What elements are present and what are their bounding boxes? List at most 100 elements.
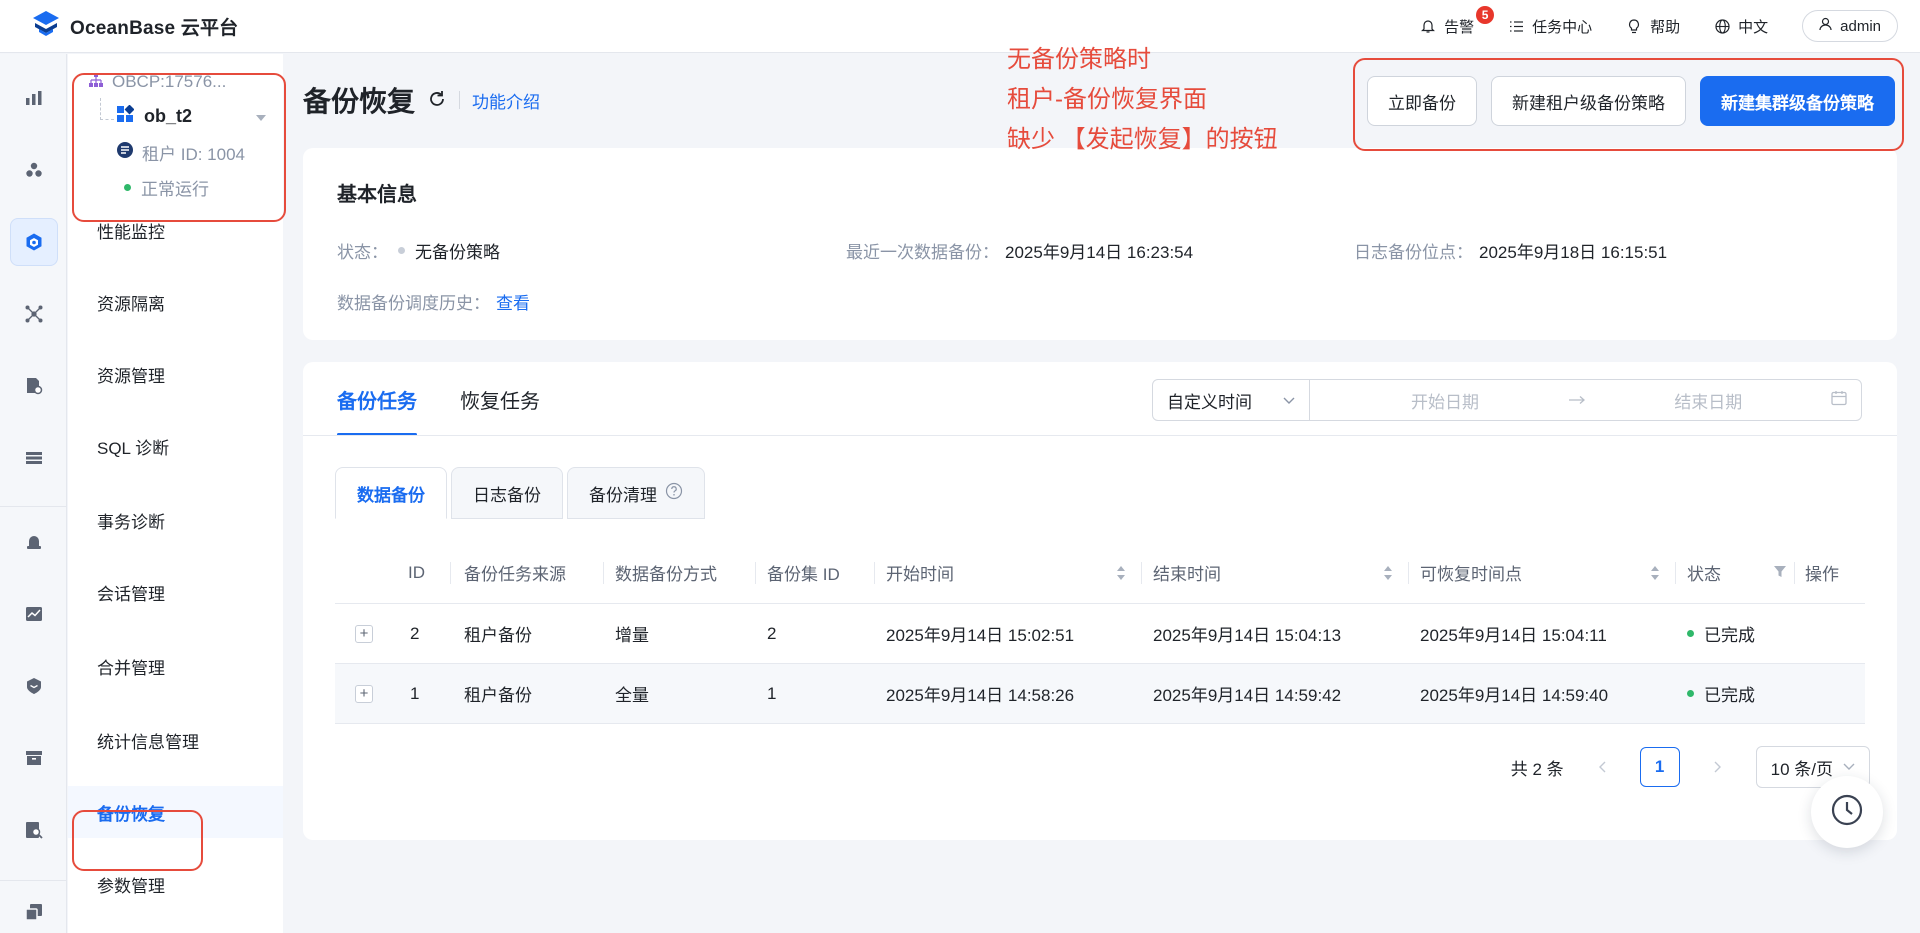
col-backup-set-id: 备份集 ID — [767, 565, 840, 584]
start-date-input[interactable]: 开始日期 — [1350, 388, 1540, 413]
calendar-icon[interactable] — [1831, 390, 1847, 411]
history-float-button[interactable] — [1811, 776, 1883, 848]
last-backup-value: 2025年9月14日 16:23:54 — [1005, 243, 1194, 262]
cell-source: 租户备份 — [464, 686, 532, 705]
cell-end-time: 2025年9月14日 14:59:42 — [1153, 686, 1342, 705]
user-menu-button[interactable]: admin — [1802, 10, 1898, 42]
task-center-menu[interactable]: 任务中心 — [1508, 16, 1592, 37]
bell-icon — [1420, 18, 1436, 34]
nav-item-resource-isolation[interactable]: 资源隔离 — [68, 276, 283, 328]
backup-history-link[interactable]: 查看 — [496, 289, 530, 314]
table-row[interactable]: + 2 租户备份 增量 2 2025年9月14日 15:02:51 2025年9… — [335, 604, 1865, 664]
time-range-select[interactable]: 自定义时间 — [1153, 380, 1310, 420]
log-point-info: 日志备份位点： 2025年9月18日 16:15:51 — [1354, 238, 1667, 263]
refresh-icon[interactable] — [427, 84, 447, 116]
table-row[interactable]: + 1 租户备份 全量 1 2025年9月14日 14:58:26 2025年9… — [335, 664, 1865, 724]
page-button-current[interactable]: 1 — [1639, 747, 1680, 787]
table-header: ID 备份任务来源 数据备份方式 备份集 ID 开始时间 结束时间 可恢复时间点… — [335, 542, 1865, 604]
rail-copy-icon[interactable] — [10, 888, 58, 933]
app-logo[interactable]: OceanBase 云平台 — [30, 8, 238, 44]
rail-security-icon[interactable] — [10, 662, 58, 710]
pagination: 共 2 条 1 10 条/页 — [1511, 746, 1870, 788]
col-start-time-label: 开始时间 — [886, 565, 954, 584]
last-backup-label: 最近一次数据备份： — [846, 243, 999, 262]
col-divider — [874, 562, 875, 584]
rail-report-icon[interactable] — [10, 362, 58, 410]
col-end-time[interactable]: 结束时间 — [1153, 542, 1393, 603]
status-dot-icon — [1687, 630, 1694, 637]
rail-search-doc-icon[interactable] — [10, 806, 58, 854]
nav-item-merge-management[interactable]: 合并管理 — [68, 640, 283, 692]
col-divider — [1794, 562, 1795, 584]
cell-end-time: 2025年9月14日 15:04:13 — [1153, 626, 1342, 645]
page-header: 备份恢复 功能介绍 — [303, 80, 540, 120]
col-start-time[interactable]: 开始时间 — [886, 542, 1126, 603]
col-source: 备份任务来源 — [464, 565, 566, 584]
plus-icon: + — [355, 624, 373, 643]
sort-icon[interactable] — [1650, 565, 1660, 581]
end-date-input[interactable]: 结束日期 — [1613, 388, 1803, 413]
rail-overview-icon[interactable] — [10, 74, 58, 122]
page-title: 备份恢复 — [303, 86, 416, 117]
list-icon — [1508, 18, 1524, 34]
alerts-menu[interactable]: 告警 5 — [1420, 5, 1495, 37]
cell-status: 已完成 — [1687, 664, 1755, 723]
expand-row-button[interactable]: + — [355, 604, 373, 663]
language-menu[interactable]: 中文 — [1714, 16, 1768, 37]
feature-intro-link[interactable]: 功能介绍 — [472, 88, 540, 113]
subtab-backup-cleanup[interactable]: 备份清理 — [567, 467, 705, 519]
time-range-value: 自定义时间 — [1167, 392, 1252, 412]
date-range-picker[interactable]: 开始日期 结束日期 — [1310, 380, 1861, 420]
alerts-count-badge: 5 — [1476, 5, 1495, 24]
prev-page-button[interactable] — [1582, 747, 1622, 787]
cell-start-time: 2025年9月14日 15:02:51 — [886, 626, 1075, 645]
subtab-data-backup-label: 数据备份 — [357, 485, 425, 505]
arrow-right-icon — [1568, 390, 1586, 410]
backup-type-tabs: 数据备份 日志备份 备份清理 — [335, 467, 705, 519]
basic-info-title: 基本信息 — [337, 184, 417, 206]
filter-icon[interactable] — [1773, 563, 1787, 583]
rail-cluster-icon[interactable] — [10, 146, 58, 194]
nav-item-transaction-diagnosis[interactable]: 事务诊断 — [68, 494, 283, 546]
cell-mode: 增量 — [615, 626, 649, 645]
nav-item-session-management[interactable]: 会话管理 — [68, 566, 283, 618]
col-divider — [755, 562, 756, 584]
col-divider — [603, 562, 604, 584]
cell-restorable-time: 2025年9月14日 14:59:40 — [1420, 686, 1609, 705]
rail-list-icon[interactable] — [10, 434, 58, 482]
question-circle-icon[interactable] — [665, 482, 683, 505]
tab-backup-tasks[interactable]: 备份任务 — [337, 362, 417, 436]
cell-set-id: 1 — [767, 683, 777, 703]
nav-item-statistics-management[interactable]: 统计信息管理 — [68, 714, 283, 766]
cell-status-text: 已完成 — [1704, 626, 1755, 645]
rail-archive-icon[interactable] — [10, 734, 58, 782]
help-menu[interactable]: 帮助 — [1626, 16, 1680, 37]
last-backup-info: 最近一次数据备份： 2025年9月14日 16:23:54 — [846, 238, 1193, 263]
chevron-down-icon — [1283, 390, 1295, 410]
backup-task-table: ID 备份任务来源 数据备份方式 备份集 ID 开始时间 结束时间 可恢复时间点… — [335, 542, 1865, 724]
status-value: 无备份策略 — [415, 243, 500, 262]
rail-divider-bottom — [0, 880, 67, 881]
col-status[interactable]: 状态 — [1687, 542, 1787, 603]
expand-row-button[interactable]: + — [355, 664, 373, 723]
col-end-time-label: 结束时间 — [1153, 565, 1221, 584]
subtab-data-backup[interactable]: 数据备份 — [335, 467, 447, 519]
nav-item-sql-diagnosis[interactable]: SQL 诊断 — [68, 420, 283, 472]
plus-icon: + — [355, 684, 373, 703]
rail-monitor-icon[interactable] — [10, 590, 58, 638]
user-name: admin — [1840, 17, 1881, 35]
rail-tenant-icon[interactable] — [10, 218, 58, 266]
subtab-log-backup[interactable]: 日志备份 — [451, 467, 563, 519]
clock-icon — [1830, 793, 1864, 832]
next-page-button[interactable] — [1698, 747, 1738, 787]
cell-start-time: 2025年9月14日 14:58:26 — [886, 686, 1075, 705]
pagination-total: 共 2 条 — [1510, 759, 1564, 779]
col-restorable-time[interactable]: 可恢复时间点 — [1420, 542, 1660, 603]
nav-item-resource-management[interactable]: 资源管理 — [68, 348, 283, 400]
sort-icon[interactable] — [1116, 565, 1126, 581]
tab-restore-tasks[interactable]: 恢复任务 — [460, 362, 540, 436]
sort-icon[interactable] — [1383, 565, 1393, 581]
rail-topology-icon[interactable] — [10, 290, 58, 338]
oceanbase-logo-icon — [30, 8, 62, 45]
rail-alarm-icon[interactable] — [10, 518, 58, 566]
